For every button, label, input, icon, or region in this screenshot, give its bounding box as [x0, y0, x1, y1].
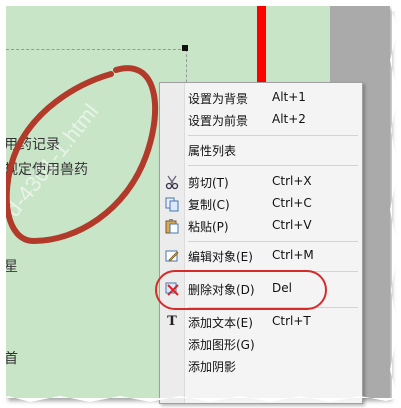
torn-edge-frame: [0, 0, 401, 402]
